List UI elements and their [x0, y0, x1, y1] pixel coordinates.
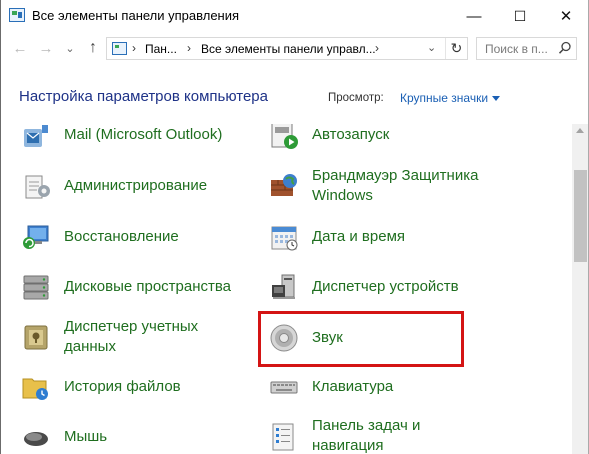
item-label: Панель задач и навигация — [312, 417, 421, 454]
mail-icon — [24, 125, 48, 147]
item-keyboard[interactable]: Клавиатура — [268, 371, 393, 403]
taskbar-icon — [272, 423, 294, 451]
breadcrumb-separator: › — [187, 41, 191, 55]
chevron-down-icon — [492, 96, 501, 102]
back-button[interactable]: ← — [10, 38, 30, 58]
firewall-icon — [271, 174, 297, 196]
recovery-icon — [23, 225, 49, 249]
navigation-bar: ← → ⌄ ↑ › Пан... › Все элементы панели у… — [0, 32, 589, 64]
content-header: Настройка параметров компьютера Просмотр… — [0, 64, 589, 124]
close-button[interactable]: ✕ — [543, 0, 589, 32]
forward-button[interactable]: → — [36, 38, 56, 58]
breadcrumb-item[interactable]: Пан... — [145, 42, 177, 56]
item-label: История файлов — [64, 378, 181, 395]
breadcrumb-separator: › — [132, 41, 136, 55]
autoplay-icon — [271, 124, 298, 149]
address-bar[interactable]: › Пан... › Все элементы панели управл...… — [106, 37, 468, 60]
item-label: Автозапуск — [312, 126, 390, 143]
item-datetime[interactable]: Дата и время — [268, 221, 405, 253]
page-title: Настройка параметров компьютера — [19, 88, 268, 105]
window-title: Все элементы панели управления — [32, 8, 240, 23]
storage-spaces-icon — [23, 275, 49, 300]
title-bar[interactable]: Все элементы панели управления — ☐ ✕ — [0, 0, 589, 32]
item-mouse[interactable]: Мышь — [20, 421, 107, 453]
file-history-icon — [22, 378, 48, 400]
search-box[interactable]: Поиск в п... — [476, 37, 577, 60]
window-frame-left — [0, 0, 1, 454]
view-mode-dropdown[interactable]: Крупные значки — [400, 91, 501, 105]
item-label: Восстановление — [64, 228, 179, 245]
item-label: Диспетчер учетных данных — [64, 317, 216, 357]
item-label: Администрирование — [64, 177, 208, 194]
admin-tools-icon — [25, 175, 50, 199]
device-manager-icon — [272, 274, 295, 299]
control-panel-icon — [9, 8, 25, 22]
scroll-up-icon[interactable] — [576, 128, 584, 133]
address-dropdown-icon[interactable]: ⌄ — [427, 41, 436, 54]
datetime-icon — [271, 226, 298, 251]
search-icon[interactable] — [558, 41, 572, 55]
item-label: Клавиатура — [312, 378, 394, 395]
breadcrumb-item[interactable]: Все элементы панели управл... — [201, 42, 376, 56]
minimize-button[interactable]: — — [451, 0, 497, 32]
item-recovery[interactable]: Восстановление — [20, 221, 179, 253]
credential-manager-icon — [24, 325, 48, 350]
item-device-manager[interactable]: Диспетчер устройств — [268, 271, 459, 303]
item-label-line: Диспетчер учетных данных — [64, 318, 199, 355]
item-storage-spaces[interactable]: Дисковые пространства — [20, 271, 231, 303]
search-placeholder: Поиск в п... — [485, 42, 548, 56]
item-autoplay[interactable]: Автозапуск — [268, 124, 389, 151]
keyboard-icon — [270, 381, 298, 394]
recent-locations-dropdown[interactable]: ⌄ — [60, 38, 80, 58]
item-firewall[interactable]: Брандмауэр Защитника Windows — [268, 166, 492, 206]
scroll-thumb[interactable] — [574, 170, 587, 262]
item-label: Мышь — [64, 428, 108, 445]
item-label: Брандмауэр Защитника Windows — [312, 167, 479, 204]
item-label: Диспетчер устройств — [312, 278, 459, 295]
view-label: Просмотр: — [328, 92, 384, 104]
item-credential-manager[interactable]: Диспетчер учетных данных — [20, 317, 216, 357]
item-label: Mail (Microsoft Outlook) — [64, 126, 223, 143]
item-file-history[interactable]: История файлов — [20, 371, 181, 403]
item-label: Дата и время — [312, 228, 406, 245]
item-mail[interactable]: Mail (Microsoft Outlook) — [20, 124, 222, 151]
mouse-icon — [24, 432, 48, 446]
refresh-button[interactable]: ↻ — [445, 38, 467, 59]
view-mode-value: Крупные значки — [400, 91, 489, 105]
item-admin-tools[interactable]: Администрирование — [20, 170, 207, 202]
item-label: Дисковые пространства — [64, 278, 232, 295]
item-taskbar[interactable]: Панель задач и навигация — [268, 416, 462, 454]
control-panel-icon — [112, 42, 127, 55]
up-button[interactable]: ↑ — [83, 38, 103, 58]
maximize-button[interactable]: ☐ — [497, 0, 543, 32]
vertical-scrollbar[interactable] — [572, 124, 589, 454]
highlight-box — [258, 311, 464, 367]
breadcrumb-separator: › — [375, 41, 379, 55]
items-area: Mail (Microsoft Outlook) Автозапуск Адми… — [0, 124, 572, 454]
